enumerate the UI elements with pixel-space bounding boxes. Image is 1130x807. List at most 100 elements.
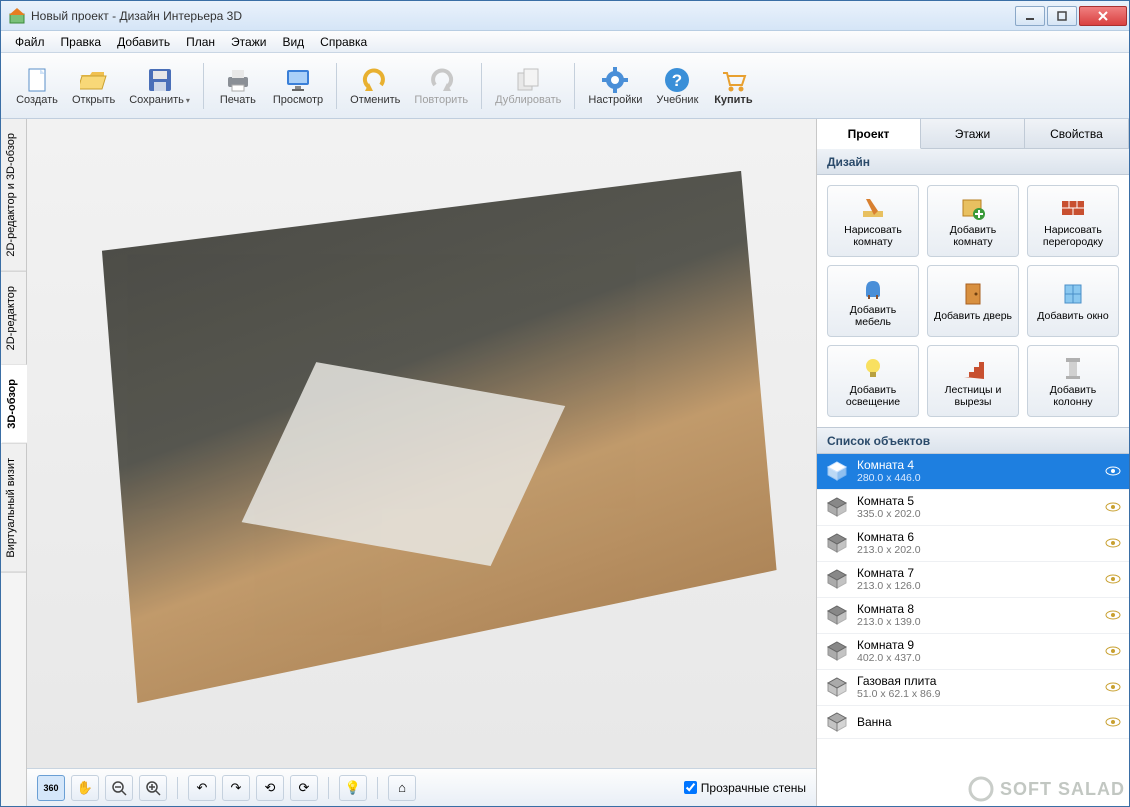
- stairs-button[interactable]: Лестницы и вырезы: [927, 345, 1019, 417]
- toolbar-separator: [481, 63, 482, 109]
- close-button[interactable]: [1079, 6, 1127, 26]
- cart-icon: [719, 66, 747, 94]
- object-name: Газовая плита: [857, 674, 1105, 688]
- lighting-button[interactable]: 💡: [339, 775, 367, 801]
- tilt-right-button[interactable]: ⟳: [290, 775, 318, 801]
- minimize-button[interactable]: [1015, 6, 1045, 26]
- box-icon: [825, 639, 849, 663]
- zoom-out-button[interactable]: [105, 775, 133, 801]
- tab-2d-editor[interactable]: 2D-редактор: [1, 272, 26, 365]
- object-dimensions: 280.0 x 446.0: [857, 472, 1105, 485]
- add-column-button[interactable]: Добавить колонну: [1027, 345, 1119, 417]
- window-icon: [1059, 280, 1087, 308]
- pencil-ruler-icon: [859, 194, 887, 222]
- visibility-icon[interactable]: [1105, 682, 1121, 692]
- tab-project[interactable]: Проект: [817, 119, 921, 149]
- add-door-button[interactable]: Добавить дверь: [927, 265, 1019, 337]
- object-name: Комната 6: [857, 530, 1105, 544]
- appliance-icon: [825, 675, 849, 699]
- help-icon: ?: [663, 66, 691, 94]
- undo-button[interactable]: Отменить: [343, 57, 407, 115]
- menubar: Файл Правка Добавить План Этажи Вид Спра…: [1, 31, 1129, 53]
- transparent-walls-checkbox[interactable]: Прозрачные стены: [684, 781, 806, 795]
- tab-2d-3d-combo[interactable]: 2D-редактор и 3D-обзор: [1, 119, 26, 272]
- pan-button[interactable]: ✋: [71, 775, 99, 801]
- column-icon: [1059, 354, 1087, 382]
- menu-help[interactable]: Справка: [312, 33, 375, 51]
- print-button[interactable]: Печать: [210, 57, 266, 115]
- tab-virtual-visit[interactable]: Виртуальный визит: [1, 444, 26, 573]
- tutorial-button[interactable]: ?Учебник: [649, 57, 705, 115]
- draw-room-button[interactable]: Нарисовать комнату: [827, 185, 919, 257]
- app-window: Новый проект - Дизайн Интерьера 3D Файл …: [0, 0, 1130, 807]
- add-furniture-button[interactable]: Добавить мебель: [827, 265, 919, 337]
- visibility-icon[interactable]: [1105, 574, 1121, 584]
- redo-button[interactable]: Повторить: [407, 57, 475, 115]
- door-icon: [959, 280, 987, 308]
- transparent-walls-input[interactable]: [684, 781, 697, 794]
- settings-button[interactable]: Настройки: [581, 57, 649, 115]
- gear-icon: [601, 66, 629, 94]
- zoom-in-button[interactable]: [139, 775, 167, 801]
- tab-properties[interactable]: Свойства: [1025, 119, 1129, 148]
- object-row[interactable]: Комната 5335.0 x 202.0: [817, 490, 1129, 526]
- add-lighting-button[interactable]: Добавить освещение: [827, 345, 919, 417]
- redo-icon: [427, 66, 455, 94]
- toolbar-separator: [203, 63, 204, 109]
- brick-icon: [1059, 194, 1087, 222]
- home-view-button[interactable]: ⌂: [388, 775, 416, 801]
- box-icon: [825, 567, 849, 591]
- right-panel: Проект Этажи Свойства Дизайн Нарисовать …: [817, 119, 1129, 806]
- menu-file[interactable]: Файл: [7, 33, 53, 51]
- tab-3d-view[interactable]: 3D-обзор: [1, 365, 27, 444]
- visibility-icon[interactable]: [1105, 646, 1121, 656]
- menu-plan[interactable]: План: [178, 33, 223, 51]
- visibility-icon[interactable]: [1105, 717, 1121, 727]
- object-row[interactable]: Комната 4280.0 x 446.0: [817, 454, 1129, 490]
- object-list[interactable]: Комната 4280.0 x 446.0Комната 5335.0 x 2…: [817, 454, 1129, 806]
- window-buttons: [1013, 6, 1127, 26]
- create-button[interactable]: Создать: [9, 57, 65, 115]
- stairs-icon: [959, 354, 987, 382]
- tab-floors[interactable]: Этажи: [921, 119, 1025, 148]
- draw-wall-button[interactable]: Нарисовать перегородку: [1027, 185, 1119, 257]
- save-button[interactable]: Сохранить▾: [122, 57, 197, 115]
- object-row[interactable]: Комната 8213.0 x 139.0: [817, 598, 1129, 634]
- rotate-right-button[interactable]: ↷: [222, 775, 250, 801]
- visibility-icon[interactable]: [1105, 466, 1121, 476]
- menu-edit[interactable]: Правка: [53, 33, 110, 51]
- menu-add[interactable]: Добавить: [109, 33, 178, 51]
- room-plus-icon: [959, 194, 987, 222]
- object-dimensions: 213.0 x 139.0: [857, 616, 1105, 629]
- 3d-scene[interactable]: [27, 119, 816, 768]
- viewbar-separator: [177, 777, 178, 799]
- view-360-button[interactable]: 360: [37, 775, 65, 801]
- buy-button[interactable]: Купить: [705, 57, 761, 115]
- object-name: Комната 9: [857, 638, 1105, 652]
- object-row[interactable]: Ванна: [817, 706, 1129, 739]
- add-room-button[interactable]: Добавить комнату: [927, 185, 1019, 257]
- rotate-left-button[interactable]: ↶: [188, 775, 216, 801]
- floppy-icon: [146, 66, 174, 94]
- object-dimensions: 213.0 x 126.0: [857, 580, 1105, 593]
- object-row[interactable]: Комната 7213.0 x 126.0: [817, 562, 1129, 598]
- menu-floors[interactable]: Этажи: [223, 33, 274, 51]
- visibility-icon[interactable]: [1105, 610, 1121, 620]
- box-icon: [825, 495, 849, 519]
- tilt-left-button[interactable]: ⟲: [256, 775, 284, 801]
- object-row[interactable]: Комната 9402.0 x 437.0: [817, 634, 1129, 670]
- duplicate-button[interactable]: Дублировать: [488, 57, 568, 115]
- toolbar-separator: [574, 63, 575, 109]
- visibility-icon[interactable]: [1105, 538, 1121, 548]
- visibility-icon[interactable]: [1105, 502, 1121, 512]
- add-window-button[interactable]: Добавить окно: [1027, 265, 1119, 337]
- open-button[interactable]: Открыть: [65, 57, 122, 115]
- object-row[interactable]: Газовая плита51.0 x 62.1 x 86.9: [817, 670, 1129, 706]
- chevron-down-icon: ▾: [186, 96, 190, 105]
- preview-button[interactable]: Просмотр: [266, 57, 330, 115]
- object-row[interactable]: Комната 6213.0 x 202.0: [817, 526, 1129, 562]
- object-name: Комната 8: [857, 602, 1105, 616]
- viewbar-separator: [328, 777, 329, 799]
- menu-view[interactable]: Вид: [274, 33, 312, 51]
- maximize-button[interactable]: [1047, 6, 1077, 26]
